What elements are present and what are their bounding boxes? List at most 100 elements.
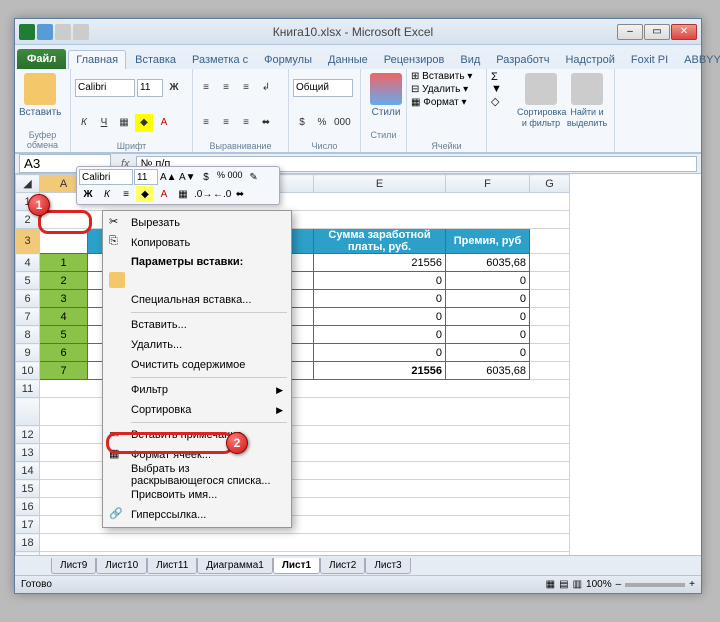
sheet-tab[interactable]: Лист11 bbox=[147, 558, 197, 574]
mini-inc-decimal-button[interactable]: .0→ bbox=[193, 186, 211, 202]
view-break-icon[interactable]: ▥ bbox=[573, 579, 582, 590]
ctx-insert[interactable]: Вставить... bbox=[105, 315, 289, 335]
zoom-slider[interactable] bbox=[625, 583, 685, 587]
merge-button[interactable]: ⬌ bbox=[257, 114, 275, 132]
tab-review[interactable]: Рецензиров bbox=[377, 51, 452, 69]
italic-button[interactable]: К bbox=[75, 114, 93, 132]
select-all-corner[interactable]: ◢ bbox=[16, 175, 40, 193]
clear-button[interactable]: ◇ bbox=[491, 95, 517, 108]
bold-button[interactable]: Ж bbox=[165, 79, 183, 97]
mini-dec-decimal-button[interactable]: ←.0 bbox=[212, 186, 230, 202]
cells-delete-button[interactable]: ⊟ Удалить ▾ bbox=[411, 84, 468, 95]
tab-formulas[interactable]: Формулы bbox=[257, 51, 319, 69]
tab-abbyy[interactable]: ABBYY PDF bbox=[677, 51, 720, 69]
redo-icon[interactable] bbox=[73, 24, 89, 40]
tab-home[interactable]: Главная bbox=[68, 50, 126, 69]
cells-insert-button[interactable]: ⊞ Вставить ▾ bbox=[411, 71, 472, 82]
paste-button[interactable]: Вставить bbox=[19, 71, 61, 129]
save-icon[interactable] bbox=[37, 24, 53, 40]
mini-size-combo[interactable] bbox=[134, 169, 158, 185]
autosum-button[interactable]: Σ bbox=[491, 71, 517, 83]
tab-foxit[interactable]: Foxit PI bbox=[624, 51, 675, 69]
view-layout-icon[interactable]: ▤ bbox=[559, 579, 568, 590]
col-header-f[interactable]: F bbox=[446, 175, 530, 193]
mini-format-painter-button[interactable]: ✎ bbox=[245, 169, 263, 185]
underline-button[interactable]: Ч bbox=[95, 114, 113, 132]
cell-f3[interactable]: Премия, руб bbox=[446, 229, 530, 254]
view-normal-icon[interactable]: ▦ bbox=[546, 579, 555, 590]
mini-border-button[interactable]: ▦ bbox=[174, 186, 192, 202]
align-top-button[interactable]: ≡ bbox=[197, 79, 215, 97]
size-combo[interactable] bbox=[137, 79, 163, 97]
ctx-delete[interactable]: Удалить... bbox=[105, 335, 289, 355]
close-button[interactable]: ✕ bbox=[671, 24, 697, 40]
mini-bold-button[interactable]: Ж bbox=[79, 186, 97, 202]
font-combo[interactable] bbox=[75, 79, 135, 97]
zoom-level[interactable]: 100% bbox=[586, 579, 612, 590]
cells-format-button[interactable]: ▦ Формат ▾ bbox=[411, 97, 467, 108]
border-button[interactable]: ▦ bbox=[115, 114, 133, 132]
mini-shrink-font-button[interactable]: A▼ bbox=[178, 169, 196, 185]
align-left-button[interactable]: ≡ bbox=[197, 114, 215, 132]
tab-data[interactable]: Данные bbox=[321, 51, 375, 69]
ctx-sort[interactable]: Сортировка▶ bbox=[105, 400, 289, 420]
sheet-tab-active[interactable]: Лист1 bbox=[273, 558, 320, 574]
sheet-tab[interactable]: Лист9 bbox=[51, 558, 96, 574]
ctx-define-name[interactable]: Присвоить имя... bbox=[105, 485, 289, 505]
context-menu: ✂Вырезать ⎘Копировать Параметры вставки:… bbox=[102, 210, 292, 528]
ctx-filter[interactable]: Фильтр▶ bbox=[105, 380, 289, 400]
comma-button[interactable]: 000 bbox=[333, 114, 351, 132]
row-header[interactable]: 3 bbox=[16, 229, 40, 254]
zoom-in-button[interactable]: + bbox=[689, 579, 695, 590]
ctx-hyperlink[interactable]: 🔗Гиперссылка... bbox=[105, 505, 289, 525]
sort-filter-button[interactable]: Сортировка и фильтр bbox=[517, 71, 565, 129]
percent-button[interactable]: % bbox=[313, 114, 331, 132]
number-format-combo[interactable] bbox=[293, 79, 353, 97]
align-right-button[interactable]: ≡ bbox=[237, 114, 255, 132]
fill-button[interactable]: ▼ bbox=[491, 83, 517, 95]
align-mid-button[interactable]: ≡ bbox=[217, 79, 235, 97]
fill-color-button[interactable]: ◆ bbox=[135, 114, 153, 132]
mini-font-combo[interactable] bbox=[79, 169, 133, 185]
ctx-copy[interactable]: ⎘Копировать bbox=[105, 233, 289, 253]
sheet-tab[interactable]: Лист10 bbox=[96, 558, 147, 574]
ctx-cut[interactable]: ✂Вырезать bbox=[105, 213, 289, 233]
tab-dev[interactable]: Разработч bbox=[489, 51, 556, 69]
minimize-button[interactable]: – bbox=[617, 24, 643, 40]
maximize-button[interactable]: ▭ bbox=[644, 24, 670, 40]
sheet-tab[interactable]: Лист2 bbox=[320, 558, 365, 574]
tab-view[interactable]: Вид bbox=[453, 51, 487, 69]
ctx-paste-option[interactable] bbox=[105, 270, 289, 290]
ctx-clear[interactable]: Очистить содержимое bbox=[105, 355, 289, 375]
mini-number-label[interactable]: % 000 bbox=[216, 169, 244, 185]
cell-e3[interactable]: Сумма заработной платы, руб. bbox=[314, 229, 446, 254]
mini-align-button[interactable]: ≡ bbox=[117, 186, 135, 202]
mini-font-color-button[interactable]: A bbox=[155, 186, 173, 202]
find-select-button[interactable]: Найти и выделить bbox=[565, 71, 609, 129]
undo-icon[interactable] bbox=[55, 24, 71, 40]
mini-currency-button[interactable]: $ bbox=[197, 169, 215, 185]
align-bot-button[interactable]: ≡ bbox=[237, 79, 255, 97]
sheet-tab[interactable]: Диаграмма1 bbox=[197, 558, 273, 574]
mini-grow-font-button[interactable]: A▲ bbox=[159, 169, 177, 185]
col-header-g[interactable]: G bbox=[530, 175, 570, 193]
tab-addins[interactable]: Надстрой bbox=[558, 51, 621, 69]
currency-button[interactable]: $ bbox=[293, 114, 311, 132]
ctx-paste-special[interactable]: Специальная вставка... bbox=[105, 290, 289, 310]
zoom-out-button[interactable]: – bbox=[616, 579, 622, 590]
sheet-tab[interactable]: Лист3 bbox=[365, 558, 410, 574]
styles-button[interactable]: Стили bbox=[365, 71, 407, 129]
mini-merge-button[interactable]: ⬌ bbox=[231, 186, 249, 202]
ctx-dropdown[interactable]: Выбрать из раскрывающегося списка... bbox=[105, 465, 289, 485]
mini-italic-button[interactable]: К bbox=[98, 186, 116, 202]
ribbon-body: Вставить Буфер обмена Ж К Ч ▦ ◆ A Шрифт bbox=[15, 69, 701, 153]
ribbon-tabs: Файл Главная Вставка Разметка с Формулы … bbox=[15, 45, 701, 69]
tab-layout[interactable]: Разметка с bbox=[185, 51, 255, 69]
font-color-button[interactable]: A bbox=[155, 114, 173, 132]
align-center-button[interactable]: ≡ bbox=[217, 114, 235, 132]
mini-fill-color-button[interactable]: ◆ bbox=[136, 186, 154, 202]
tab-file[interactable]: Файл bbox=[17, 49, 66, 69]
col-header-e[interactable]: E bbox=[314, 175, 446, 193]
tab-insert[interactable]: Вставка bbox=[128, 51, 183, 69]
wrap-text-button[interactable]: ↲ bbox=[257, 79, 275, 97]
